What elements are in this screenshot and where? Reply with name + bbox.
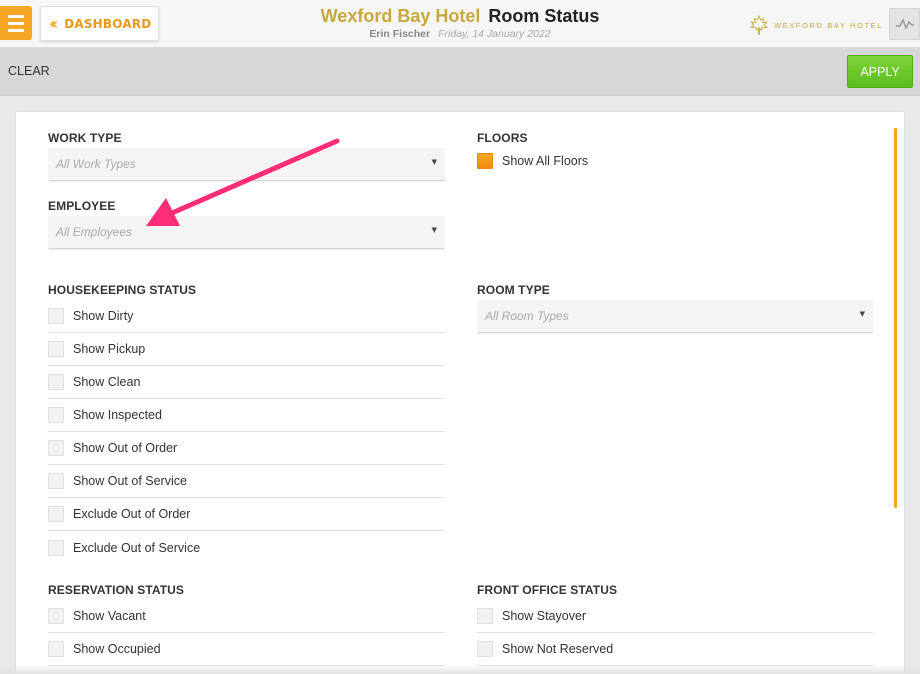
bottom-fade [0, 664, 920, 674]
annotation-arrow-icon [146, 138, 340, 226]
